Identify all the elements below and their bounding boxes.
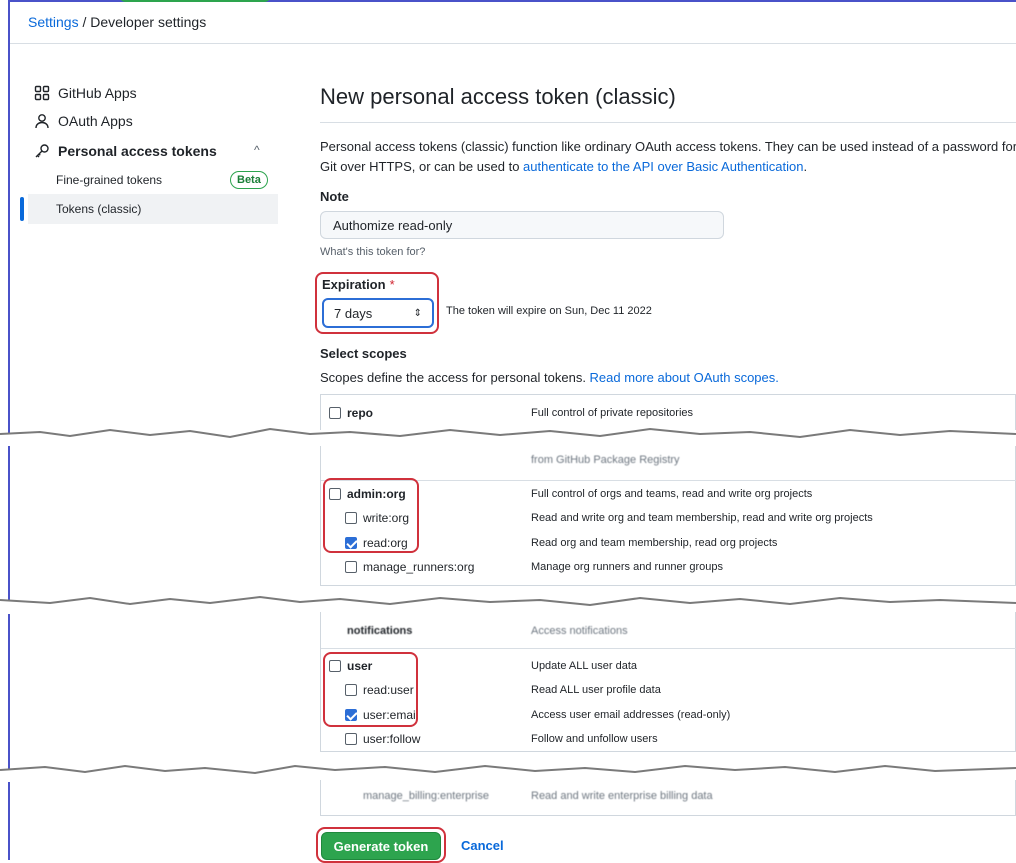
scope-row-write-org[interactable]: write:org Read and write org and team me… [321, 506, 1016, 530]
generate-token-button[interactable]: Generate token [321, 832, 441, 860]
scope-row-read-user[interactable]: read:user Read ALL user profile data [321, 678, 1016, 702]
breadcrumb-separator: / [78, 14, 91, 30]
expiration-note: The token will expire on Sun, Dec 11 202… [446, 305, 652, 317]
required-asterisk: * [389, 277, 395, 292]
scopes-panel-segment-3: notifications Access notifications user … [320, 612, 1016, 752]
sidebar-item-tokens-classic[interactable]: Tokens (classic) [28, 194, 278, 224]
scope-description: Full control of private repositories [531, 407, 694, 419]
scope-name: manage_runners:org [363, 560, 475, 574]
scopes-panel-segment-2: from GitHub Package Registry admin:org F… [320, 446, 1016, 586]
breadcrumb: Settings / Developer settings [28, 14, 206, 30]
cancel-link[interactable]: Cancel [461, 838, 504, 853]
select-scopes-label: Select scopes [320, 346, 407, 361]
select-arrows-icon: ⇕ [413, 307, 422, 319]
expiration-select[interactable]: 7 days ⇕ [322, 298, 434, 328]
scope-description: Manage org runners and runner groups [531, 561, 724, 573]
scope-row-partial-bottom: manage_billing:enterprise Read and write… [321, 784, 1016, 808]
scope-row-read-org[interactable]: read:org Read org and team membership, r… [321, 531, 1016, 555]
scope-row-partial: from GitHub Package Registry [321, 448, 1016, 472]
expiration-label-text: Expiration [322, 277, 386, 292]
scope-row-user[interactable]: user Update ALL user data [321, 654, 1016, 678]
scope-row-notifications: notifications Access notifications [321, 619, 1016, 643]
blurred-scope-name: manage_billing:enterprise [363, 790, 489, 802]
scope-checkbox-manage-runners-org[interactable] [345, 561, 357, 573]
apps-icon [34, 85, 50, 101]
sidebar-item-github-apps[interactable]: GitHub Apps [34, 83, 137, 103]
scope-row-admin-org[interactable]: admin:org Full control of orgs and teams… [321, 482, 1016, 506]
sidebar-sub-item-label: Fine-grained tokens [56, 173, 163, 187]
scope-description: Full control of orgs and teams, read and… [531, 488, 813, 500]
scope-name: repo [347, 406, 374, 420]
scope-name: user:follow [363, 732, 421, 746]
person-icon [35, 114, 49, 129]
scope-description: Access user email addresses (read-only) [531, 709, 731, 721]
admin-org-highlight [323, 478, 419, 553]
scope-row-user-email[interactable]: user:email Access user email addresses (… [321, 703, 1016, 727]
expiration-label: Expiration * [322, 277, 395, 292]
scope-description: Read org and team membership, read org p… [531, 537, 778, 549]
scopes-panel-segment-4: manage_billing:enterprise Read and write… [320, 780, 1016, 816]
sidebar-item-label: GitHub Apps [58, 85, 137, 101]
sidebar-item-label: OAuth Apps [58, 113, 133, 129]
description-end: . [803, 159, 808, 174]
scope-row-user-follow[interactable]: user:follow Follow and unfollow users [321, 727, 1016, 751]
blurred-scope-description: Read and write enterprise billing data [531, 790, 713, 802]
scope-description: Follow and unfollow users [531, 733, 658, 745]
scopes-description-text: Scopes define the access for personal to… [320, 370, 590, 385]
sidebar-sub-item-label: Tokens (classic) [56, 202, 142, 216]
breadcrumb-current: Developer settings [90, 14, 207, 30]
blurred-scope-description: Access notifications [531, 625, 628, 637]
chevron-up-icon[interactable]: ^ [254, 143, 260, 157]
sidebar-item-personal-access-tokens[interactable]: Personal access tokens [34, 141, 217, 161]
scope-checkbox-user-follow[interactable] [345, 733, 357, 745]
beta-badge: Beta [230, 171, 268, 189]
blurred-scope-name: notifications [347, 625, 413, 637]
note-label: Note [320, 189, 349, 204]
user-scope-highlight [323, 652, 418, 727]
blurred-scope-description: from GitHub Package Registry [531, 454, 680, 466]
oauth-scopes-link[interactable]: Read more about OAuth scopes. [590, 370, 779, 385]
sidebar-item-oauth-apps[interactable]: OAuth Apps [34, 111, 133, 131]
title-divider [320, 122, 1016, 123]
scopes-description: Scopes define the access for personal to… [320, 370, 779, 385]
note-input[interactable] [320, 211, 724, 239]
scope-description: Read and write org and team membership, … [531, 512, 873, 524]
note-help-text: What's this token for? [320, 246, 426, 258]
sidebar-item-label: Personal access tokens [58, 143, 217, 159]
scope-divider [321, 648, 1016, 649]
scope-description: Read ALL user profile data [531, 684, 661, 696]
breadcrumb-settings-link[interactable]: Settings [28, 14, 79, 30]
scope-divider [321, 480, 1016, 481]
scope-checkbox-repo[interactable] [329, 407, 341, 419]
page-description: Personal access tokens (classic) functio… [320, 137, 1016, 177]
page-title: New personal access token (classic) [320, 84, 676, 109]
expiration-selected-value: 7 days [334, 305, 373, 321]
top-bar: Settings / Developer settings [10, 2, 1016, 44]
active-indicator [20, 197, 24, 221]
scope-description: Update ALL user data [531, 660, 638, 672]
key-icon [35, 144, 49, 158]
torn-edge-divider [0, 427, 1016, 446]
torn-edge-divider [0, 764, 1016, 782]
scope-row-manage-runners-org[interactable]: manage_runners:org Manage org runners an… [321, 555, 1016, 579]
torn-edge-divider [0, 595, 1016, 614]
basic-auth-link[interactable]: authenticate to the API over Basic Authe… [523, 159, 803, 174]
